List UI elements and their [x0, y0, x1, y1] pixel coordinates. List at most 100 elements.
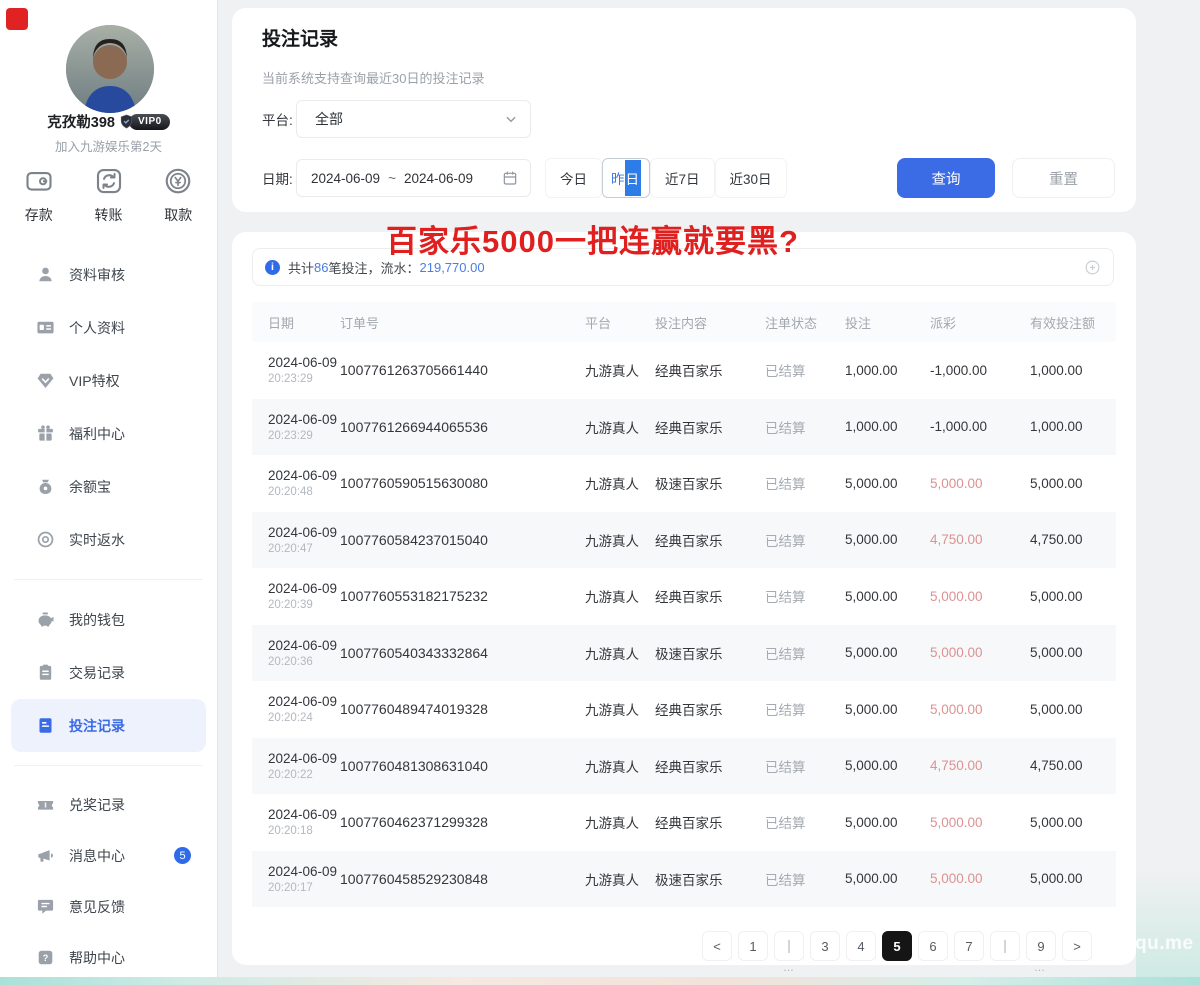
sidebar-item-id-card[interactable]: 个人资料	[0, 301, 217, 354]
cell-bet-amount: 1,000.00	[845, 419, 930, 434]
page-label: 3	[821, 939, 828, 954]
cell-payout: 5,000.00	[930, 645, 1030, 660]
ticket-icon	[36, 795, 56, 815]
date-range-input[interactable]: 2024-06-09 ~ 2024-06-09	[296, 159, 531, 197]
sidebar-item-audit-stamp[interactable]: 资料审核	[0, 248, 217, 301]
bet-date: 2024-06-09	[268, 864, 340, 879]
bet-time: 20:20:39	[268, 599, 340, 611]
range-30days-button[interactable]: 近30日	[715, 158, 787, 198]
reset-button[interactable]: 重置	[1012, 158, 1115, 198]
cell-status: 已结算	[765, 643, 845, 663]
range-yesterday-button[interactable]: 昨日	[602, 158, 650, 198]
platform-label: 平台:	[262, 109, 296, 129]
column-header: 派彩	[930, 313, 1030, 332]
quick-range-selected-text: 日	[625, 160, 642, 196]
clipboard-icon	[36, 663, 56, 683]
sidebar-item-bet-record[interactable]: 投注记录	[11, 699, 206, 752]
sidebar-item-help-question[interactable]: ?帮助中心	[0, 932, 217, 983]
pagination-page-3[interactable]: 3	[810, 931, 840, 961]
page-label: 7	[965, 939, 972, 954]
money-pouch-icon	[36, 477, 56, 497]
pagination-page-5[interactable]: 5	[882, 931, 912, 961]
cell-bet-amount: 5,000.00	[845, 476, 930, 491]
cell-valid-amount: 5,000.00	[1030, 645, 1116, 660]
quick-action-deposit[interactable]: 存款	[8, 166, 70, 225]
bet-date: 2024-06-09	[268, 807, 340, 822]
sidebar-item-piggy-bank[interactable]: 我的钱包	[0, 593, 217, 646]
sidebar-item-label: 消息中心	[69, 846, 125, 866]
pagination-page-7[interactable]: 7	[954, 931, 984, 961]
table-row: 2024-06-0920:20:361007760540343332864九游真…	[252, 625, 1116, 682]
sidebar-item-rebate-target[interactable]: 实时返水	[0, 513, 217, 566]
column-header: 有效投注额	[1030, 313, 1116, 332]
deposit-wallet-icon	[24, 166, 54, 196]
quick-action-label: 存款	[8, 205, 70, 225]
cell-order-no: 1007760489474019328	[340, 701, 585, 717]
cell-order-no: 1007760458529230848	[340, 871, 585, 887]
cell-payout: 5,000.00	[930, 476, 1030, 491]
sidebar-item-money-pouch[interactable]: 余额宝	[0, 460, 217, 513]
cell-payout: 5,000.00	[930, 871, 1030, 886]
pagination-ellipsis	[990, 931, 1020, 961]
bet-record-icon	[36, 716, 56, 736]
pagination-next-button[interactable]: >	[1062, 931, 1092, 961]
pagination-ellipsis	[774, 931, 804, 961]
quick-action-withdraw[interactable]: 取款	[147, 166, 209, 225]
vip-diamond-icon	[36, 371, 56, 391]
pagination-prev-button[interactable]: <	[702, 931, 732, 961]
avatar[interactable]	[66, 25, 154, 113]
table-row: 2024-06-0920:20:241007760489474019328九游真…	[252, 681, 1116, 738]
cell-status: 已结算	[765, 699, 845, 719]
cell-valid-amount: 5,000.00	[1030, 589, 1116, 604]
page-label: 5	[893, 939, 900, 954]
query-button[interactable]: 查询	[897, 158, 995, 198]
sidebar-item-label: 意见反馈	[69, 897, 125, 917]
cell-valid-amount: 5,000.00	[1030, 815, 1116, 830]
platform-filter-row: 平台: 全部	[262, 100, 531, 138]
date-separator: ~	[388, 171, 396, 186]
cell-platform: 九游真人	[585, 473, 655, 493]
platform-select[interactable]: 全部	[296, 100, 531, 138]
range-7days-button[interactable]: 近7日	[650, 158, 715, 198]
sidebar-item-feedback-note[interactable]: 意见反馈	[0, 881, 217, 932]
quick-action-transfer[interactable]: 转账	[78, 166, 140, 225]
sidebar-group: 兑奖记录消息中心5 意见反馈 ?帮助中心	[0, 779, 217, 983]
pagination-page-1[interactable]: 1	[738, 931, 768, 961]
cell-valid-amount: 1,000.00	[1030, 363, 1116, 378]
id-card-icon	[36, 318, 56, 338]
sidebar-item-label: 兑奖记录	[69, 795, 125, 815]
range-today-button[interactable]: 今日	[545, 158, 602, 198]
sidebar-item-ticket[interactable]: 兑奖记录	[0, 779, 217, 830]
cell-content: 经典百家乐	[655, 699, 765, 719]
divider	[14, 765, 203, 766]
table-body: 2024-06-0920:23:291007761263705661440九游真…	[252, 342, 1116, 907]
summary-amount: 219,770.00	[420, 260, 485, 275]
pagination-page-4[interactable]: 4	[846, 931, 876, 961]
cell-status: 已结算	[765, 812, 845, 832]
page-label: 9	[1037, 939, 1044, 954]
sidebar-item-vip-diamond[interactable]: VIP特权	[0, 354, 217, 407]
sidebar-item-megaphone[interactable]: 消息中心5	[0, 830, 217, 881]
pagination-page-9[interactable]: 9	[1026, 931, 1056, 961]
sidebar-item-clipboard[interactable]: 交易记录	[0, 646, 217, 699]
cell-order-no: 1007760462371299328	[340, 814, 585, 830]
bet-time: 20:20:17	[268, 882, 340, 894]
bet-time: 20:20:18	[268, 825, 340, 837]
cell-platform: 九游真人	[585, 699, 655, 719]
plus-circle-icon[interactable]	[1084, 259, 1101, 276]
cell-date: 2024-06-0920:20:47	[252, 525, 340, 555]
page-title: 投注记录	[262, 24, 338, 51]
column-header: 投注	[845, 313, 930, 332]
sidebar-item-gift[interactable]: 福利中心	[0, 407, 217, 460]
cell-content: 经典百家乐	[655, 417, 765, 437]
cell-status: 已结算	[765, 756, 845, 776]
page-label: 1	[749, 939, 756, 954]
info-icon	[265, 260, 280, 275]
gift-icon	[36, 424, 56, 444]
cell-status: 已结算	[765, 530, 845, 550]
pagination-page-6[interactable]: 6	[918, 931, 948, 961]
vip-badge[interactable]: VIP0	[119, 114, 170, 130]
username: 克孜勒398	[47, 111, 115, 132]
cell-content: 极速百家乐	[655, 869, 765, 889]
joined-days-text: 加入九游娱乐第2天	[0, 136, 217, 155]
